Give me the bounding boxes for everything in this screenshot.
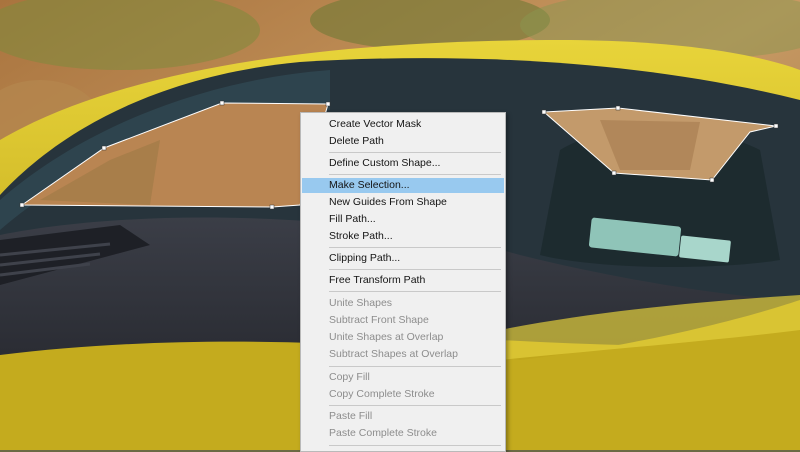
menu-item-fill-path[interactable]: Fill Path... — [302, 212, 504, 227]
path-anchor — [101, 145, 107, 151]
menu-separator — [329, 405, 501, 406]
menu-separator — [329, 445, 501, 446]
menu-item-stroke-path[interactable]: Stroke Path... — [302, 229, 504, 244]
menu-separator — [329, 269, 501, 270]
menu-item-unite-shapes: Unite Shapes — [329, 297, 393, 309]
menu-item-new-guides-from-shape[interactable]: New Guides From Shape — [302, 195, 504, 210]
menu-item-free-transform-path[interactable]: Free Transform Path — [302, 273, 504, 288]
menu-separator — [329, 174, 501, 175]
menu-separator — [329, 152, 501, 153]
menu-item-copy-fill: Copy Fill — [329, 371, 370, 383]
path-anchor — [611, 170, 617, 176]
path-anchor — [773, 123, 779, 129]
menu-item-copy-complete-stroke: Copy Complete Stroke — [329, 388, 435, 400]
path-anchor — [615, 105, 621, 111]
path-anchor — [219, 100, 225, 106]
menu-item-paste-fill: Paste Fill — [329, 410, 373, 422]
path-anchor — [19, 202, 25, 208]
menu-separator — [329, 366, 501, 367]
menu-item-create-vector-mask[interactable]: Create Vector Mask — [302, 117, 504, 132]
menu-item-unite-shapes-at-overlap: Unite Shapes at Overlap — [329, 331, 444, 343]
menu-item-make-selection[interactable]: Make Selection... — [302, 178, 504, 193]
menu-item-paste-complete-stroke: Paste Complete Stroke — [329, 427, 437, 439]
path-anchor — [541, 109, 547, 115]
menu-separator — [329, 291, 501, 292]
path-anchor — [709, 177, 715, 183]
path-anchor — [269, 204, 275, 210]
menu-item-delete-path[interactable]: Delete Path — [302, 134, 504, 149]
menu-item-clipping-path[interactable]: Clipping Path... — [302, 251, 504, 266]
path-context-menu: Create Vector Mask Delete Path Define Cu… — [300, 112, 506, 452]
path-anchor — [325, 101, 331, 107]
menu-item-subtract-front-shape: Subtract Front Shape — [329, 314, 429, 326]
menu-item-subtract-shapes-at-overlap: Subtract Shapes at Overlap — [329, 348, 458, 360]
menu-item-define-custom-shape[interactable]: Define Custom Shape... — [302, 156, 504, 171]
menu-separator — [329, 247, 501, 248]
